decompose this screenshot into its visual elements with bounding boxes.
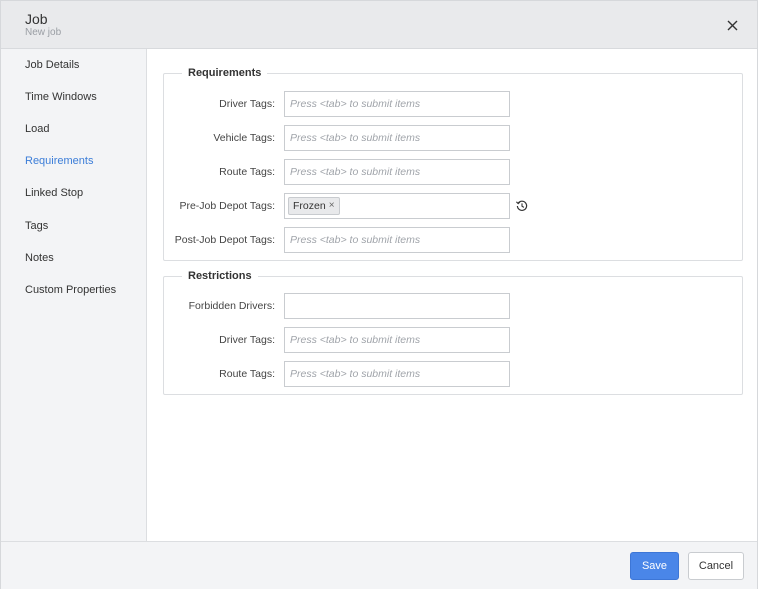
res-forbidden-drivers-input[interactable]: [284, 293, 510, 319]
res-forbidden-drivers-row: Forbidden Drivers:: [164, 293, 742, 319]
res-forbidden-drivers-label: Forbidden Drivers:: [188, 300, 275, 312]
save-button[interactable]: Save: [630, 552, 679, 580]
close-button[interactable]: [721, 14, 743, 36]
res-driver-tags-row: Driver Tags: Press <tab> to submit items: [164, 327, 742, 353]
req-pre-job-depot-tags-label: Pre-Job Depot Tags:: [179, 200, 275, 212]
sidebar-item-job-details[interactable]: Job Details: [25, 59, 79, 71]
sidebar-item-custom-properties[interactable]: Custom Properties: [25, 284, 116, 296]
req-vehicle-tags-input[interactable]: Press <tab> to submit items: [284, 125, 510, 151]
sidebar-item-load[interactable]: Load: [25, 123, 49, 135]
restrictions-section: Restrictions Forbidden Drivers: Driver T…: [163, 270, 743, 395]
req-route-tags-input[interactable]: Press <tab> to submit items: [284, 159, 510, 185]
res-route-tags-input[interactable]: Press <tab> to submit items: [284, 361, 510, 387]
dialog-header: Job New job: [1, 1, 757, 49]
sidebar-item-linked-stop[interactable]: Linked Stop: [25, 187, 83, 199]
res-driver-tags-label: Driver Tags:: [219, 334, 275, 346]
requirements-legend: Requirements: [182, 67, 268, 79]
remove-tag-icon[interactable]: ×: [329, 198, 335, 214]
sidebar-item-time-windows[interactable]: Time Windows: [25, 91, 97, 103]
dialog-title: Job: [25, 11, 48, 27]
tag-chip-label: Frozen: [293, 200, 326, 212]
close-icon: [727, 20, 737, 30]
req-vehicle-tags-row: Vehicle Tags: Press <tab> to submit item…: [164, 125, 742, 151]
req-post-job-depot-tags-label: Post-Job Depot Tags:: [174, 234, 275, 246]
sidebar-item-tags[interactable]: Tags: [25, 220, 48, 232]
requirements-section: Requirements Driver Tags: Press <tab> to…: [163, 67, 743, 261]
req-driver-tags-input[interactable]: Press <tab> to submit items: [284, 91, 510, 117]
job-dialog: Job New job Job Details Time Windows Loa…: [0, 0, 758, 589]
cancel-button[interactable]: Cancel: [688, 552, 744, 580]
req-driver-tags-label: Driver Tags:: [219, 98, 275, 110]
req-post-job-depot-tags-row: Post-Job Depot Tags: Press <tab> to subm…: [164, 227, 742, 253]
req-route-tags-label: Route Tags:: [219, 166, 275, 178]
req-route-tags-row: Route Tags: Press <tab> to submit items: [164, 159, 742, 185]
sidebar-item-notes[interactable]: Notes: [25, 252, 54, 264]
dialog-footer: Save Cancel: [1, 541, 757, 589]
req-pre-job-depot-tags-row: Pre-Job Depot Tags: Frozen ×: [164, 193, 742, 219]
req-driver-tags-row: Driver Tags: Press <tab> to submit items: [164, 91, 742, 117]
sidebar-nav: Job Details Time Windows Load Requiremen…: [1, 49, 147, 541]
res-route-tags-label: Route Tags:: [219, 368, 275, 380]
res-route-tags-row: Route Tags: Press <tab> to submit items: [164, 361, 742, 387]
req-vehicle-tags-label: Vehicle Tags:: [213, 132, 275, 144]
history-icon[interactable]: [515, 199, 529, 213]
sidebar-item-requirements[interactable]: Requirements: [25, 155, 93, 167]
req-pre-job-depot-tags-input[interactable]: Frozen ×: [284, 193, 510, 219]
tag-chip: Frozen ×: [288, 197, 340, 215]
main-content: Requirements Driver Tags: Press <tab> to…: [147, 49, 758, 541]
req-post-job-depot-tags-input[interactable]: Press <tab> to submit items: [284, 227, 510, 253]
res-driver-tags-input[interactable]: Press <tab> to submit items: [284, 327, 510, 353]
dialog-subtitle: New job: [25, 27, 62, 38]
restrictions-legend: Restrictions: [182, 270, 258, 282]
